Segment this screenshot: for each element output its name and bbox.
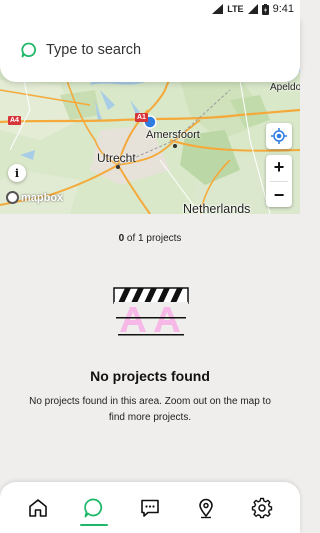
locate-me-button[interactable] [266,123,292,149]
nav-map[interactable] [188,488,224,528]
network-type: LTE [227,4,244,14]
road-badge-a1: A1 [135,113,148,122]
bottom-navigation [0,482,300,533]
mapbox-logo[interactable]: mapbox [6,191,63,204]
zoom-controls: + − [266,155,292,207]
nav-settings[interactable] [244,488,280,528]
road-badge-a4: A4 [8,116,21,125]
home-icon [29,498,47,517]
map-label-amersfoort: Amersfoort [146,129,200,141]
mapbox-wordmark: mapbox [21,191,64,204]
map-label-country: Netherlands [183,202,251,214]
wifi-signal-icon [212,4,224,14]
empty-state-title: No projects found [90,368,210,384]
zoom-out-button[interactable]: − [274,185,285,206]
zoom-in-button[interactable]: + [274,157,285,178]
map-label-apeldoorn: Apeldo [270,82,300,93]
map-label-utrecht: Utrecht [97,151,136,165]
settings-gear-icon [251,497,273,518]
chat-bubble-search-icon [21,42,36,58]
search-bar [0,18,300,82]
map-view[interactable]: Amersfoort Utrecht Apeldo Netherlands A4… [0,60,300,214]
nav-messages[interactable] [132,488,168,528]
empty-state-message: No projects found in this area. Zoom out… [29,396,271,423]
battery-icon [261,3,269,15]
status-bar: LTE 9:41 [0,0,300,18]
search-chat-icon [84,498,103,517]
nav-search[interactable] [76,488,112,528]
results-shown: 0 [118,233,125,244]
results-total: 1 [138,233,144,244]
results-of: of [126,233,136,244]
map-info-button[interactable]: i [8,164,26,182]
clock: 9:41 [272,3,294,15]
mapbox-mark-icon [6,191,19,204]
nav-home[interactable] [20,488,56,528]
results-noun: projects [146,233,182,244]
results-count: 0 of 1 projects [0,233,300,244]
info-icon: i [14,166,20,180]
cell-signal-icon [247,4,258,14]
messages-icon [141,499,159,517]
zoom-divider [270,180,288,182]
empty-state-illustration [113,287,189,336]
location-pin-icon [199,498,213,518]
search-input[interactable] [46,42,266,58]
crosshair-location-icon [271,128,287,144]
